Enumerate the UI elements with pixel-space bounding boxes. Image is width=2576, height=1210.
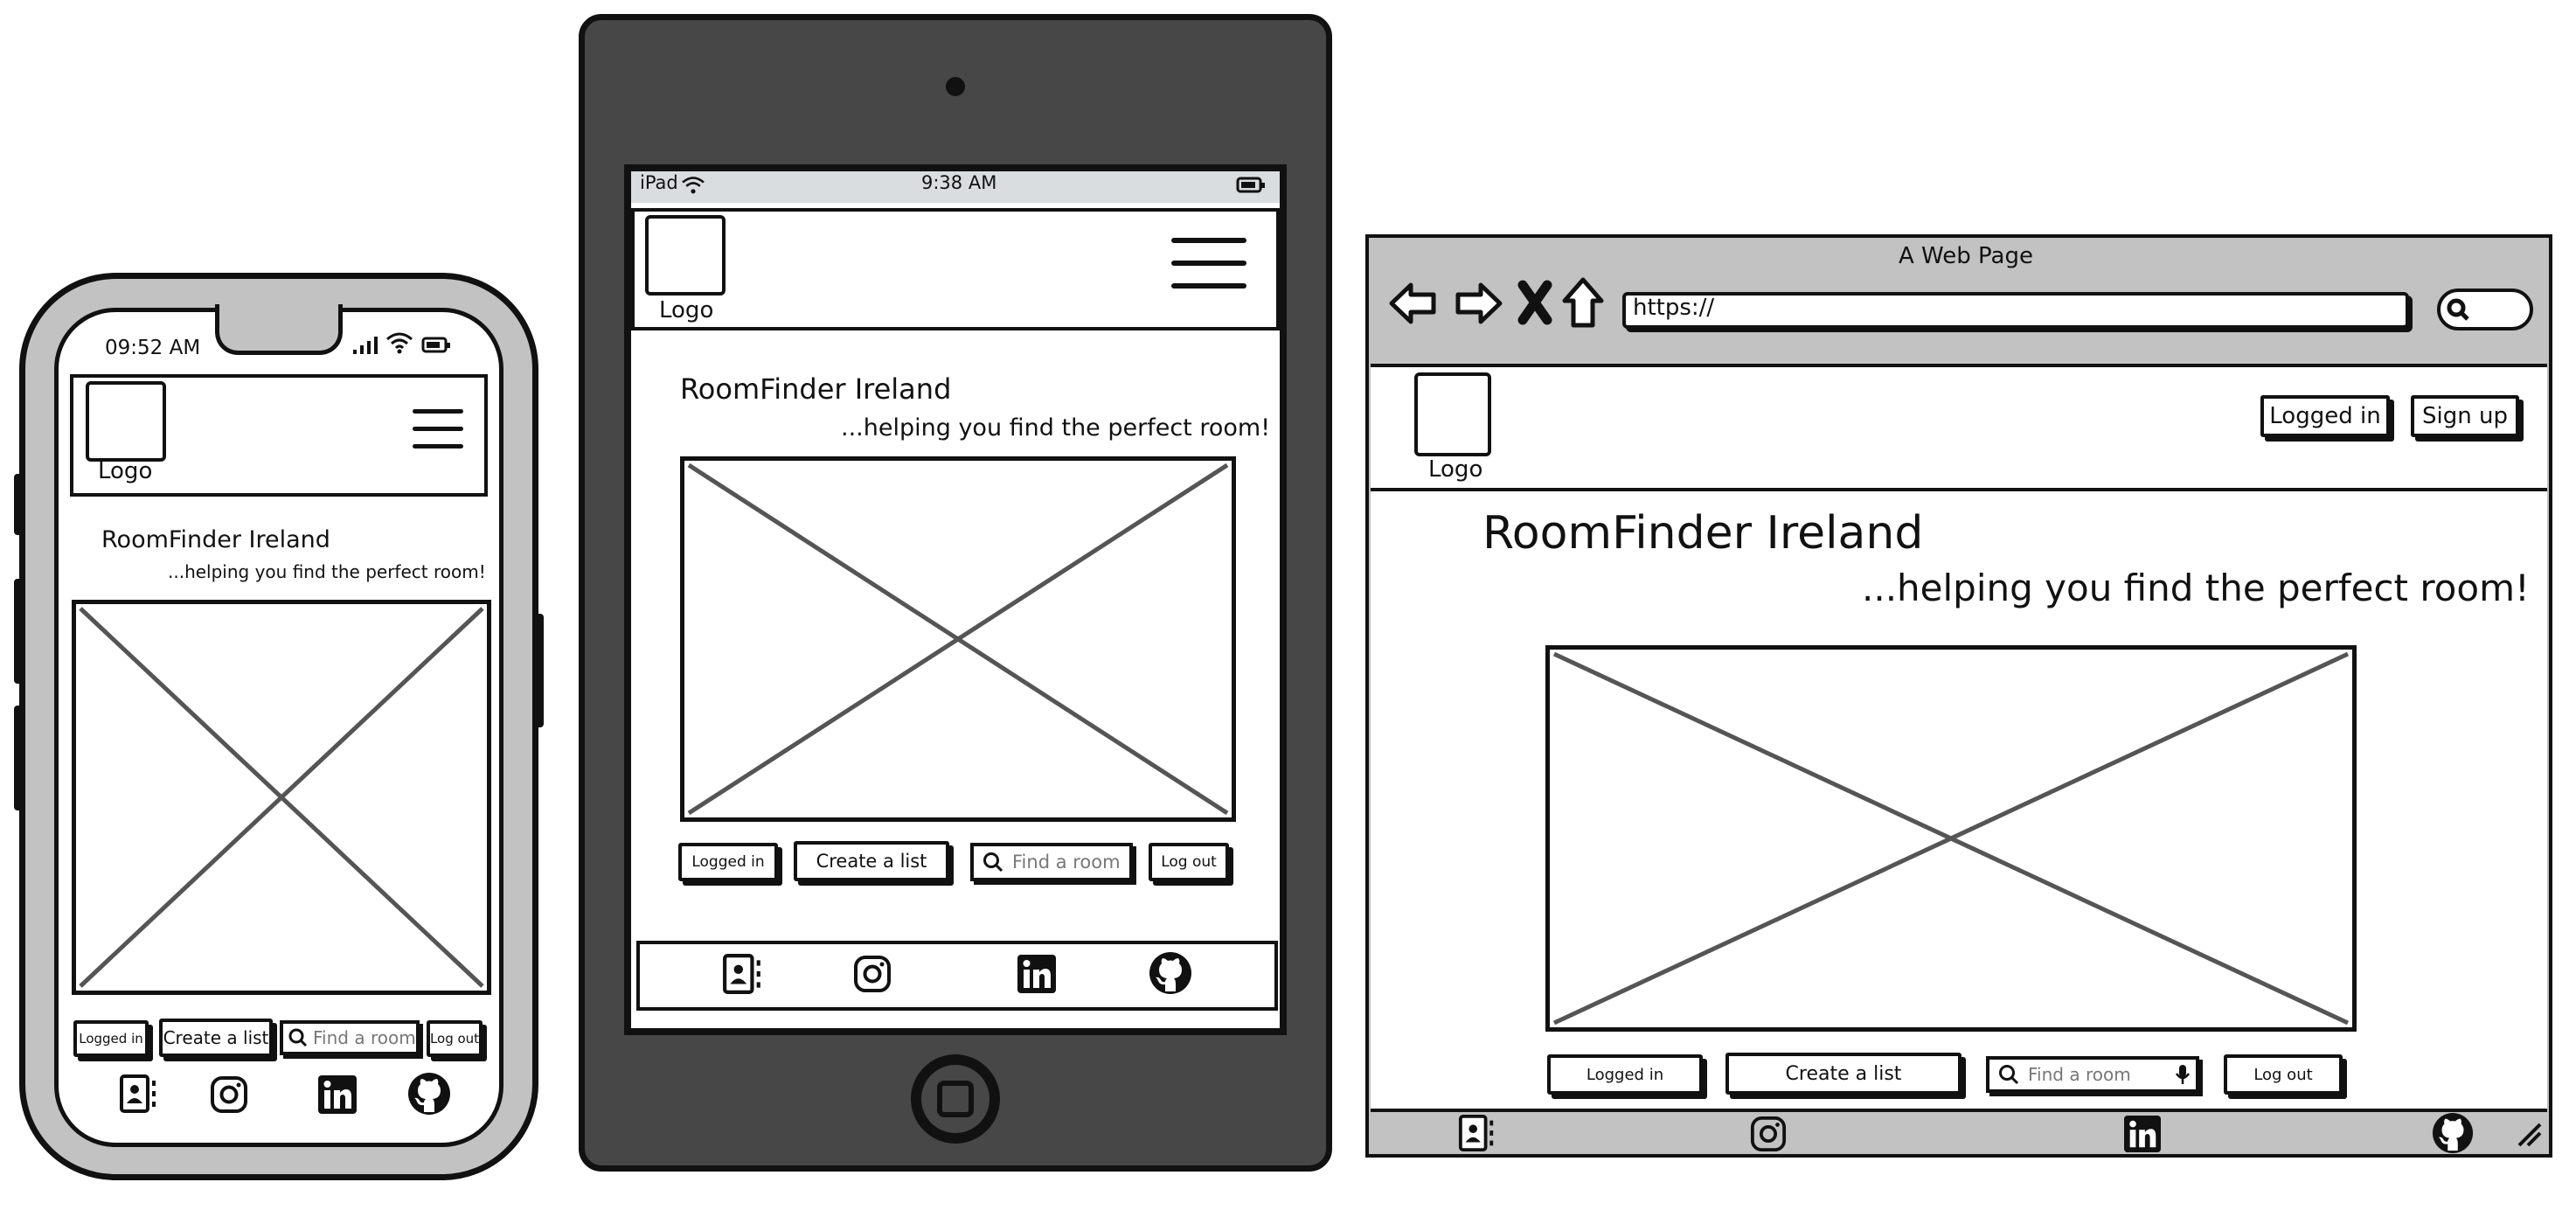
browser-title: RoomFinder Ireland — [1482, 507, 1924, 560]
instagram-icon[interactable] — [210, 1075, 248, 1114]
tablet-status-time: 9:38 AM — [921, 172, 997, 193]
browser-search-field[interactable]: Find a room — [1986, 1056, 2199, 1093]
browser-logo-label: Logo — [1428, 456, 1483, 483]
linkedin-icon[interactable] — [2124, 1116, 2161, 1152]
tablet-logo-box[interactable] — [645, 215, 726, 296]
instagram-icon[interactable] — [1750, 1116, 1787, 1152]
hamburger-menu-icon[interactable] — [1171, 238, 1246, 289]
stop-icon[interactable] — [1517, 280, 1552, 325]
browser-mockup: A Web Page https:// Logo Logged in Sign … — [1365, 234, 2552, 1158]
search-icon — [2446, 297, 2470, 322]
resize-grip-icon[interactable] — [2516, 1121, 2542, 1147]
search-icon — [288, 1028, 308, 1047]
phone-side-button — [14, 579, 23, 684]
linkedin-icon[interactable] — [1017, 955, 1056, 993]
tablet-search-placeholder: Find a room — [1012, 852, 1121, 873]
tablet-logged-in-button[interactable]: Logged in — [678, 843, 778, 881]
tablet-tagline: ...helping you find the perfect room! — [841, 414, 1271, 442]
tablet-create-list-button[interactable]: Create a list — [794, 841, 949, 881]
browser-window-title: A Web Page — [1899, 243, 2033, 269]
browser-tagline: ...helping you find the perfect room! — [1862, 567, 2530, 609]
tablet-title: RoomFinder Ireland — [680, 372, 952, 406]
tablet-search-field[interactable]: Find a room — [970, 843, 1133, 881]
back-arrow-icon[interactable] — [1388, 278, 1439, 329]
contact-card-icon[interactable] — [1458, 1114, 1496, 1152]
browser-footer — [1371, 1112, 2547, 1154]
instagram-icon[interactable] — [853, 955, 892, 993]
tablet-logo-label: Logo — [659, 297, 714, 323]
forward-arrow-icon[interactable] — [1453, 278, 1503, 329]
tablet-status-device: iPad — [640, 172, 678, 193]
phone-logo-label: Logo — [98, 458, 153, 484]
wifi-icon — [385, 330, 414, 355]
browser-search-placeholder: Find a room — [2028, 1064, 2131, 1085]
phone-notch — [215, 304, 343, 355]
browser-create-list-button[interactable]: Create a list — [1725, 1053, 1962, 1095]
phone-power-button — [533, 614, 544, 727]
phone-search-placeholder: Find a room — [313, 1027, 416, 1048]
tablet-image-placeholder — [680, 456, 1236, 822]
phone-side-button — [14, 706, 23, 810]
phone-logged-in-button[interactable]: Logged in — [73, 1020, 149, 1057]
battery-icon — [1236, 177, 1266, 194]
github-icon[interactable] — [407, 1072, 451, 1116]
browser-header-logged-in-button[interactable]: Logged in — [2260, 395, 2390, 437]
browser-url-text: https:// — [1633, 295, 1715, 321]
contact-card-icon[interactable] — [119, 1074, 159, 1114]
hamburger-menu-icon[interactable] — [413, 409, 463, 449]
battery-icon — [421, 337, 451, 354]
browser-logo-box[interactable] — [1414, 372, 1491, 456]
browser-image-placeholder — [1545, 645, 2357, 1032]
github-icon[interactable] — [2432, 1112, 2474, 1154]
phone-tagline: ...helping you find the perfect room! — [168, 561, 486, 582]
github-icon[interactable] — [1149, 951, 1192, 995]
browser-sign-up-button[interactable]: Sign up — [2411, 395, 2519, 437]
wifi-icon — [680, 175, 706, 196]
phone-search-field[interactable]: Find a room — [280, 1020, 420, 1055]
phone-side-button — [14, 474, 23, 535]
search-icon — [983, 852, 1003, 873]
linkedin-icon[interactable] — [318, 1075, 357, 1114]
browser-url-bar[interactable] — [1622, 292, 2409, 329]
browser-logged-in-button[interactable]: Logged in — [1547, 1054, 1703, 1095]
phone-logo-box[interactable] — [86, 381, 166, 462]
phone-create-list-button[interactable]: Create a list — [159, 1019, 273, 1057]
tablet-mockup: iPad 9:38 AM Logo RoomFinder Ireland ...… — [579, 14, 1332, 1172]
phone-mockup: 09:52 AM Logo RoomFinder Ireland ...help… — [14, 273, 544, 1180]
contact-card-icon[interactable] — [722, 953, 764, 995]
phone-title: RoomFinder Ireland — [101, 526, 330, 553]
phone-image-placeholder — [72, 600, 491, 995]
phone-status-time: 09:52 AM — [105, 337, 201, 359]
browser-log-out-button[interactable]: Log out — [2224, 1054, 2343, 1095]
tablet-camera — [946, 77, 965, 96]
tablet-home-button-square — [937, 1081, 974, 1117]
search-icon — [1999, 1065, 2019, 1085]
signal-icon — [351, 334, 386, 355]
tablet-log-out-button[interactable]: Log out — [1149, 843, 1229, 881]
microphone-icon[interactable] — [2175, 1063, 2191, 1086]
phone-log-out-button[interactable]: Log out — [427, 1020, 483, 1057]
home-icon[interactable] — [1561, 276, 1605, 329]
